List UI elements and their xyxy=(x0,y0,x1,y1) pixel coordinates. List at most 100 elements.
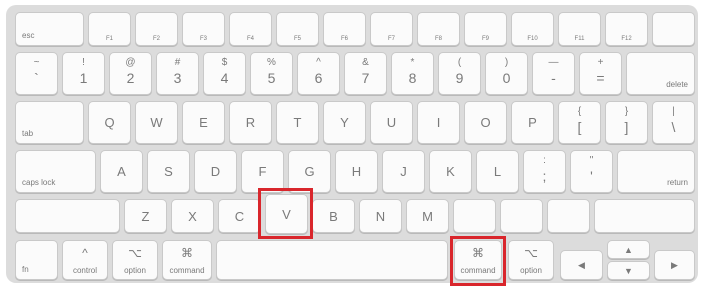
key-r[interactable]: R xyxy=(229,101,272,144)
key-f4[interactable]: F4 xyxy=(229,12,272,46)
key-1[interactable]: ! 1 xyxy=(62,52,105,95)
key-g[interactable]: G xyxy=(288,150,331,193)
key-c[interactable]: C xyxy=(218,199,261,233)
key-f2-label: F2 xyxy=(152,36,160,42)
arrow-left-icon: ◀ xyxy=(578,259,585,270)
key-b[interactable]: B xyxy=(312,199,355,233)
key-o[interactable]: O xyxy=(464,101,507,144)
key-tab[interactable]: tab xyxy=(15,101,84,144)
key-shift-left[interactable] xyxy=(15,199,120,233)
key-arrow-left[interactable]: ◀ xyxy=(560,250,603,280)
key-return-label: return xyxy=(667,178,688,187)
key-9[interactable]: (9 xyxy=(438,52,481,95)
key-f5[interactable]: F5 xyxy=(276,12,319,46)
key-period[interactable] xyxy=(500,199,543,233)
key-f3-label: F3 xyxy=(199,36,207,42)
key-k-label: K xyxy=(446,164,455,179)
key-j[interactable]: J xyxy=(382,150,425,193)
key-f7[interactable]: F7 xyxy=(370,12,413,46)
key-y[interactable]: Y xyxy=(323,101,366,144)
key-f12[interactable]: F12 xyxy=(605,12,648,46)
key-f12-label: F12 xyxy=(621,36,632,42)
key-m[interactable]: M xyxy=(406,199,449,233)
key-s[interactable]: S xyxy=(147,150,190,193)
key-2[interactable]: @2 xyxy=(109,52,152,95)
key-0[interactable]: ) 0 xyxy=(485,52,528,95)
key-command-left[interactable]: ⌘ command xyxy=(162,240,212,280)
key-backtick[interactable]: ~ ` xyxy=(15,52,58,95)
key-u[interactable]: U xyxy=(370,101,413,144)
key-esc-label: esc xyxy=(22,31,35,40)
key-m-label: M xyxy=(422,208,433,224)
key-delete[interactable]: delete xyxy=(626,52,695,95)
key-semicolon[interactable]: :; xyxy=(523,150,566,193)
key-x-label: X xyxy=(188,208,197,224)
key-fn[interactable]: fn xyxy=(15,240,58,280)
key-f9[interactable]: F9 xyxy=(464,12,507,46)
key-7[interactable]: & 7 xyxy=(344,52,387,95)
key-f6[interactable]: F6 xyxy=(323,12,366,46)
arrow-down-icon: ▼ xyxy=(624,265,633,276)
key-3-base: 3 xyxy=(173,70,182,86)
key-w[interactable]: W xyxy=(135,101,178,144)
key-6-shift: ^ xyxy=(316,57,321,68)
key-arrow-right[interactable]: ▶ xyxy=(654,250,695,280)
key-return[interactable]: return xyxy=(617,150,695,193)
key-a[interactable]: A xyxy=(100,150,143,193)
key-slash[interactable] xyxy=(547,199,590,233)
key-8-shift: * xyxy=(410,57,415,68)
key-k[interactable]: K xyxy=(429,150,472,193)
key-f[interactable]: F xyxy=(241,150,284,193)
key-l[interactable]: L xyxy=(476,150,519,193)
key-b-label: B xyxy=(329,208,338,224)
key-f1[interactable]: F1 xyxy=(88,12,131,46)
key-arrow-down[interactable]: ▼ xyxy=(607,261,650,280)
key-esc[interactable]: esc xyxy=(15,12,84,46)
key-quote[interactable]: " ' xyxy=(570,150,613,193)
key-option-left[interactable]: ⌥ option xyxy=(112,240,158,280)
key-space[interactable] xyxy=(216,240,448,280)
key-y-label: Y xyxy=(340,115,349,130)
key-8[interactable]: * 8 xyxy=(391,52,434,95)
key-z[interactable]: Z xyxy=(124,199,167,233)
key-f11-label: F11 xyxy=(574,36,585,42)
key-n[interactable]: N xyxy=(359,199,402,233)
key-caps-lock[interactable]: caps lock xyxy=(15,150,96,193)
key-arrow-up[interactable]: ▲ xyxy=(607,240,650,259)
key-f2[interactable]: F2 xyxy=(135,12,178,46)
key-3-shift: # xyxy=(174,57,181,68)
key-minus-shift: — xyxy=(548,57,559,68)
key-p[interactable]: P xyxy=(511,101,554,144)
key-t[interactable]: T xyxy=(276,101,319,144)
key-minus[interactable]: — - xyxy=(532,52,575,95)
key-e[interactable]: E xyxy=(182,101,225,144)
key-f10[interactable]: F10 xyxy=(511,12,554,46)
key-z-label: Z xyxy=(141,208,150,224)
key-comma[interactable] xyxy=(453,199,496,233)
key-right-bracket[interactable]: }] xyxy=(605,101,648,144)
key-h[interactable]: H xyxy=(335,150,378,193)
key-equals[interactable]: + = xyxy=(579,52,622,95)
key-f3[interactable]: F3 xyxy=(182,12,225,46)
key-d[interactable]: D xyxy=(194,150,237,193)
key-g-label: G xyxy=(304,164,315,179)
key-x[interactable]: X xyxy=(171,199,214,233)
key-shift-right[interactable] xyxy=(594,199,695,233)
key-5[interactable]: % 5 xyxy=(250,52,293,95)
option-icon: ⌥ xyxy=(128,246,142,260)
key-f8[interactable]: F8 xyxy=(417,12,460,46)
key-backslash[interactable]: | \ xyxy=(652,101,695,144)
key-option-right[interactable]: ⌥ option xyxy=(508,240,554,280)
key-option-right-label: option xyxy=(520,266,542,275)
key-f11[interactable]: F11 xyxy=(558,12,601,46)
key-6[interactable]: ^ 6 xyxy=(297,52,340,95)
key-i[interactable]: I xyxy=(417,101,460,144)
key-q[interactable]: Q xyxy=(88,101,131,144)
key-left-bracket[interactable]: {[ xyxy=(558,101,601,144)
arrow-right-icon: ▶ xyxy=(671,259,678,270)
key-4[interactable]: $4 xyxy=(203,52,246,95)
key-9-shift: ( xyxy=(457,57,462,68)
key-control[interactable]: ^ control xyxy=(62,240,108,280)
key-3[interactable]: #3 xyxy=(156,52,199,95)
key-eject[interactable] xyxy=(652,12,695,46)
